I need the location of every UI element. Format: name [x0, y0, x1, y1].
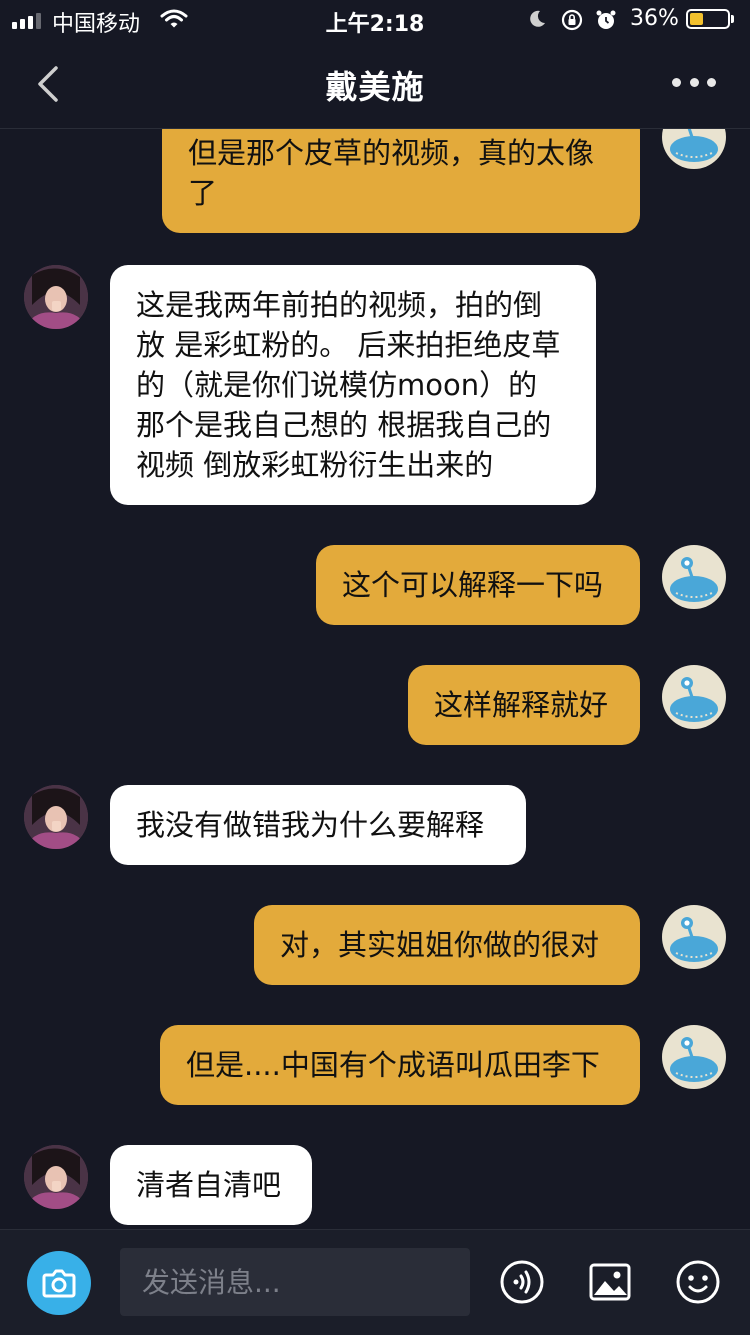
message-bubble[interactable]: 我没有做错我为什么要解释 [110, 785, 526, 865]
user-photo-avatar [24, 1145, 88, 1209]
emoji-icon[interactable] [674, 1258, 722, 1306]
message-text: 我没有做错我为什么要解释 [136, 808, 485, 842]
message-text: 但是....中国有个成语叫瓜田李下 [186, 1048, 600, 1082]
message-bubble[interactable]: 这样解释就好 [408, 665, 640, 745]
message-text: 这是我两年前拍的视频，拍的倒放 是彩虹粉的。 后来拍拒绝皮草的（就是你们说模仿m… [136, 288, 561, 482]
message-bubble[interactable]: 对，其实姐姐你做的很对 [254, 905, 640, 985]
avatar[interactable] [24, 785, 88, 849]
message-bubble[interactable]: 但是那个皮草的视频，真的太像了 [162, 129, 640, 233]
message-bubble[interactable]: 这个可以解释一下吗 [316, 545, 640, 625]
page-title: 戴美施 [325, 68, 425, 106]
moon-icon [530, 10, 545, 27]
message-text: 这样解释就好 [434, 688, 609, 722]
robot-avatar-icon [670, 129, 718, 162]
battery-icon [686, 9, 730, 29]
message-text: 这个可以解释一下吗 [342, 568, 604, 602]
avatar[interactable] [662, 905, 726, 969]
robot-avatar-icon [670, 557, 718, 602]
robot-avatar-icon [670, 1037, 718, 1082]
chat-header: 戴美施 [0, 40, 750, 129]
avatar[interactable] [662, 545, 726, 609]
message-input[interactable] [120, 1248, 470, 1316]
user-photo-avatar [24, 785, 88, 849]
rotation-lock-icon [561, 9, 583, 31]
avatar[interactable] [662, 665, 726, 729]
back-chevron-icon[interactable] [30, 64, 70, 104]
message-text: 清者自清吧 [136, 1168, 282, 1202]
camera-icon [42, 1269, 76, 1298]
camera-button[interactable] [27, 1251, 91, 1315]
battery-fill [690, 13, 703, 25]
message-composer [0, 1229, 750, 1335]
message-bubble[interactable]: 清者自清吧 [110, 1145, 312, 1225]
message-bubble[interactable]: 这是我两年前拍的视频，拍的倒放 是彩虹粉的。 后来拍拒绝皮草的（就是你们说模仿m… [110, 265, 596, 505]
image-icon[interactable] [586, 1258, 634, 1306]
voice-icon[interactable] [498, 1258, 546, 1306]
avatar[interactable] [662, 129, 726, 169]
message-list[interactable]: 但是那个皮草的视频，真的太像了 这是我两年前拍的视频，拍的倒放 是彩虹粉的。 后… [0, 129, 750, 1229]
battery-percent: 36% [630, 6, 679, 31]
alarm-icon [596, 10, 616, 29]
message-bubble[interactable]: 但是....中国有个成语叫瓜田李下 [160, 1025, 640, 1105]
user-photo-avatar [24, 265, 88, 329]
robot-avatar-icon [670, 917, 718, 962]
robot-avatar-icon [670, 677, 718, 722]
more-dots-icon[interactable] [672, 78, 716, 90]
message-text: 但是那个皮草的视频，真的太像了 [188, 136, 595, 210]
message-text: 对，其实姐姐你做的很对 [280, 928, 600, 962]
battery-nub [731, 15, 734, 23]
status-bar: 中国移动 上午2:18 36% [0, 0, 750, 40]
avatar[interactable] [24, 265, 88, 329]
avatar[interactable] [24, 1145, 88, 1209]
avatar[interactable] [662, 1025, 726, 1089]
